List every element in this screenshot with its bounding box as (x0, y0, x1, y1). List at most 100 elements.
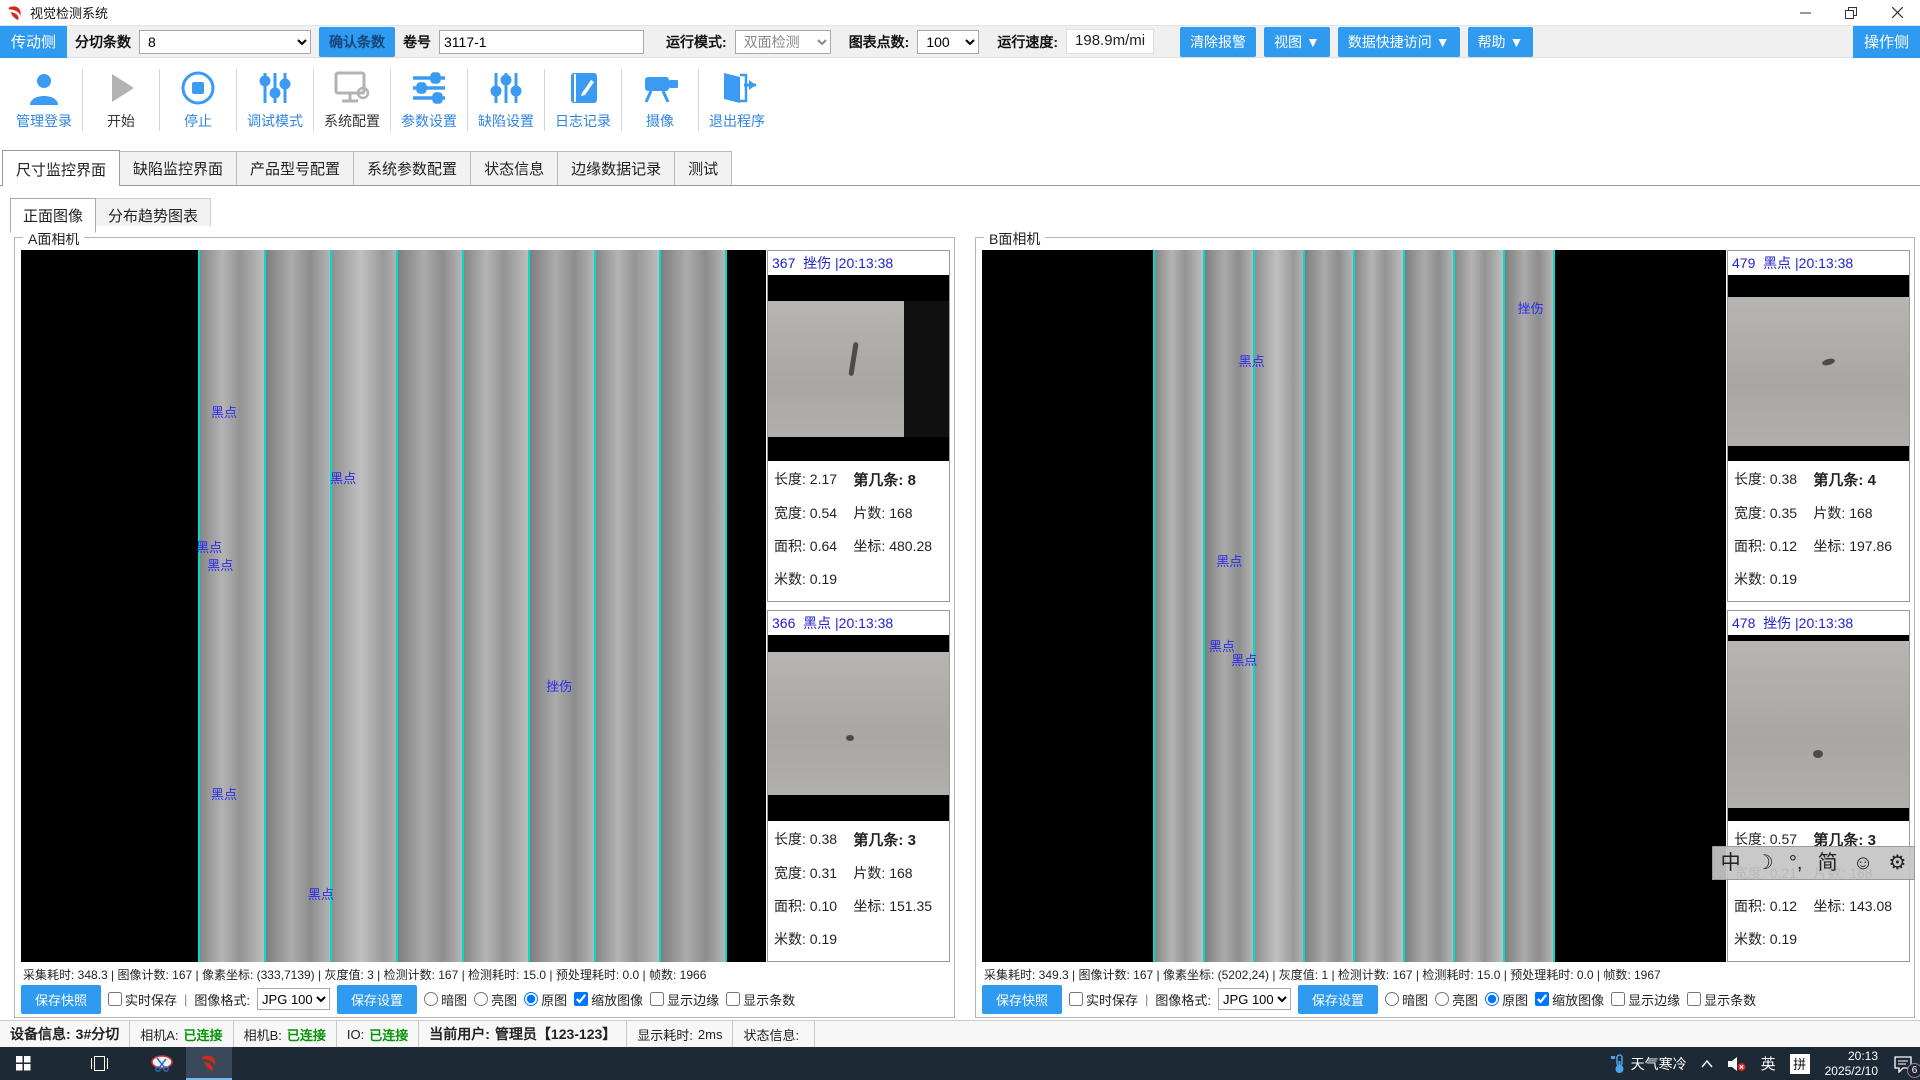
tab-0[interactable]: 尺寸监控界面 (2, 150, 120, 186)
ime-simplified-icon[interactable]: 简 (1818, 853, 1838, 873)
defect-card[interactable]: 478 挫伤 |20:13:38长度: 0.57第几条: 3宽度: 0.21片数… (1727, 610, 1910, 962)
defect-marker-label: 黑点 (1231, 650, 1257, 669)
realtime-save-checkbox[interactable] (1069, 992, 1083, 1006)
image-format-select[interactable]: JPG 100 (257, 988, 330, 1010)
display-option-显示条数[interactable]: 显示条数 (1687, 990, 1756, 1009)
image-mode-radio-原图[interactable]: 原图 (1485, 990, 1528, 1009)
radio-input[interactable] (1385, 992, 1399, 1006)
film-strip (1455, 250, 1505, 962)
run-mode-select[interactable]: 双面检测 (735, 30, 831, 54)
toolbar-button-log-book[interactable]: 日志记录 (545, 69, 621, 131)
toolbar-button-system-config[interactable]: 系统配置 (314, 69, 390, 131)
language-indicator[interactable]: 英 (1754, 1047, 1783, 1080)
checkbox-input[interactable] (1535, 992, 1549, 1006)
defect-card[interactable]: 367 挫伤 |20:13:38长度: 2.17第几条: 8宽度: 0.54片数… (767, 250, 950, 602)
hidden-icons-chevron[interactable] (1694, 1047, 1720, 1080)
title-bar: 视觉检测系统 (0, 0, 1920, 26)
toolbar-button-defect-sliders[interactable]: 缺陷设置 (468, 69, 544, 131)
toolbar-button-param-sliders[interactable]: 参数设置 (391, 69, 467, 131)
minimize-button[interactable] (1782, 0, 1828, 25)
toolbar-button-camera[interactable]: 摄像 (622, 69, 698, 131)
camera-live-image[interactable]: 黑点黑点黑点黑点挫伤黑点黑点 (21, 250, 766, 962)
image-mode-radio-暗图[interactable]: 暗图 (424, 990, 467, 1009)
confirm-strips-button[interactable]: 确认条数 (319, 27, 395, 57)
restore-button[interactable] (1828, 0, 1874, 25)
notification-center-button[interactable]: 6 (1886, 1047, 1920, 1080)
ime-punctuation-icon[interactable]: °, (1789, 853, 1803, 873)
display-option-缩放图像[interactable]: 缩放图像 (1535, 990, 1604, 1009)
ime-fullwidth-moon-icon[interactable]: ☽ (1756, 853, 1774, 873)
tab-4[interactable]: 状态信息 (470, 151, 558, 185)
radio-input[interactable] (1435, 992, 1449, 1006)
defect-card[interactable]: 366 黑点 |20:13:38长度: 0.38第几条: 3宽度: 0.31片数… (767, 610, 950, 962)
checkbox-input[interactable] (726, 992, 740, 1006)
toolbar-button-debug-sliders[interactable]: 调试模式 (237, 69, 313, 131)
camera-live-image[interactable]: 挫伤黑点黑点黑点黑点 (982, 250, 1726, 962)
ime-settings-gear-icon[interactable]: ⚙ (1888, 853, 1906, 873)
strips-count-select[interactable]: 8 (139, 30, 311, 54)
checkbox-input[interactable] (1611, 992, 1625, 1006)
image-mode-radio-亮图[interactable]: 亮图 (474, 990, 517, 1009)
radio-input[interactable] (1485, 992, 1499, 1006)
defect-card[interactable]: 479 黑点 |20:13:38长度: 0.38第几条: 4宽度: 0.35片数… (1727, 250, 1910, 602)
ime-mode-indicator[interactable]: 拼 (1783, 1047, 1817, 1080)
tab-6[interactable]: 测试 (674, 151, 732, 185)
drive-side-button[interactable]: 传动侧 (0, 26, 67, 58)
snipping-tool-icon[interactable] (140, 1047, 186, 1080)
taskbar-clock[interactable]: 20:13 2025/2/10 (1817, 1047, 1886, 1080)
save-settings-button[interactable]: 保存设置 (1298, 985, 1378, 1014)
image-mode-radio-暗图[interactable]: 暗图 (1385, 990, 1428, 1009)
status-segment: 相机B:已连接 (234, 1021, 337, 1047)
close-button[interactable] (1874, 0, 1920, 25)
display-option-显示条数[interactable]: 显示条数 (726, 990, 795, 1009)
roll-number-input[interactable] (439, 30, 644, 54)
image-format-select[interactable]: JPG 100 (1218, 988, 1291, 1010)
ime-chinese-mode[interactable]: 中 (1721, 853, 1741, 873)
tab-1[interactable]: 缺陷监控界面 (119, 151, 237, 185)
display-option-显示边缘[interactable]: 显示边缘 (1611, 990, 1680, 1009)
save-snapshot-button[interactable]: 保存快照 (982, 985, 1062, 1014)
radio-input[interactable] (424, 992, 438, 1006)
clear-alarm-button[interactable]: 清除报警 (1180, 27, 1256, 57)
operator-side-button[interactable]: 操作侧 (1853, 26, 1920, 58)
toolbar-button-user[interactable]: 管理登录 (6, 69, 82, 131)
display-option-缩放图像[interactable]: 缩放图像 (574, 990, 643, 1009)
toolbar-button-play[interactable]: 开始 (83, 69, 159, 131)
task-view-button[interactable] (76, 1047, 122, 1080)
help-menu-button[interactable]: 帮助 ▼ (1468, 27, 1534, 57)
tab-3[interactable]: 系统参数配置 (353, 151, 471, 185)
volume-muted-icon[interactable] (1720, 1047, 1754, 1080)
tab-2[interactable]: 产品型号配置 (236, 151, 354, 185)
realtime-save-checkbox[interactable] (108, 992, 122, 1006)
checkbox-input[interactable] (1687, 992, 1701, 1006)
chart-points-select[interactable]: 100 (917, 30, 979, 54)
save-snapshot-button[interactable]: 保存快照 (21, 985, 101, 1014)
data-quick-access-button[interactable]: 数据快捷访问 ▼ (1338, 27, 1460, 57)
toolbar-button-label: 参数设置 (401, 111, 457, 131)
realtime-save-option[interactable]: 实时保存 (1069, 990, 1138, 1009)
ime-emoji-icon[interactable]: ☺ (1853, 853, 1873, 873)
image-mode-radio-亮图[interactable]: 亮图 (1435, 990, 1478, 1009)
toolbar-button-label: 停止 (184, 111, 212, 131)
subtab-0[interactable]: 正面图像 (10, 198, 96, 233)
film-strip (530, 250, 596, 962)
image-mode-radio-原图[interactable]: 原图 (524, 990, 567, 1009)
inspection-app-taskbar-icon[interactable] (186, 1047, 232, 1080)
toolbar-button-stop[interactable]: 停止 (160, 69, 236, 131)
checkbox-input[interactable] (650, 992, 664, 1006)
defect-stat: 宽度: 0.31 (774, 863, 853, 883)
start-button[interactable] (0, 1047, 46, 1080)
radio-input[interactable] (524, 992, 538, 1006)
radio-input[interactable] (474, 992, 488, 1006)
defect-stats: 长度: 2.17第几条: 8宽度: 0.54片数: 168面积: 0.64坐标:… (768, 461, 949, 589)
view-menu-button[interactable]: 视图 ▼ (1264, 27, 1330, 57)
weather-tray-item[interactable]: 天气寒冷 (1604, 1047, 1694, 1080)
tab-5[interactable]: 边缘数据记录 (557, 151, 675, 185)
defect-stat (853, 569, 943, 589)
display-option-显示边缘[interactable]: 显示边缘 (650, 990, 719, 1009)
checkbox-input[interactable] (574, 992, 588, 1006)
panel-title: B面相机 (984, 229, 1045, 249)
toolbar-button-exit[interactable]: 退出程序 (699, 69, 775, 131)
save-settings-button[interactable]: 保存设置 (337, 985, 417, 1014)
realtime-save-option[interactable]: 实时保存 (108, 990, 177, 1009)
